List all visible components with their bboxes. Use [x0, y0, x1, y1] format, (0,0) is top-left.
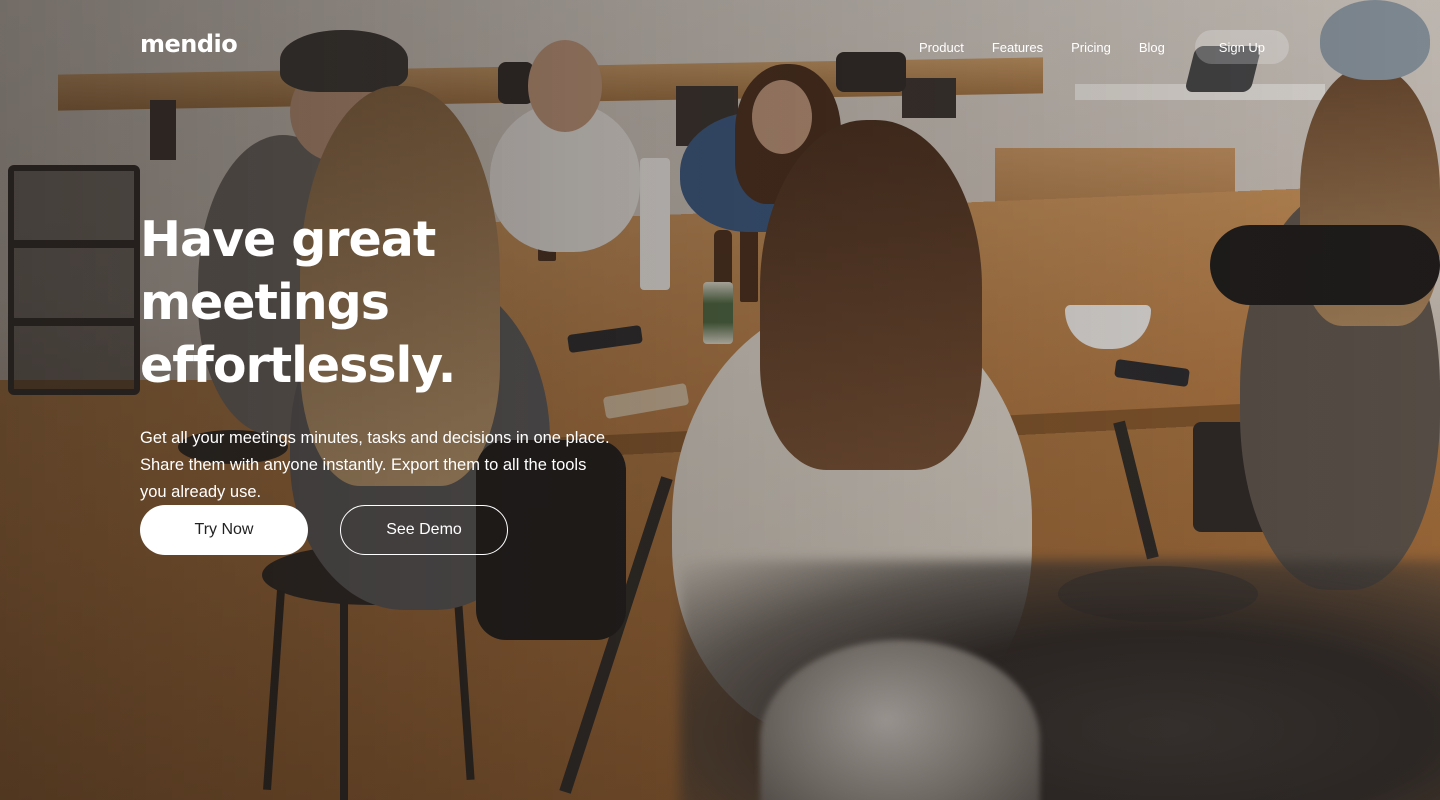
top-navigation: mendio Product Features Pricing Blog Sig… [0, 0, 1440, 94]
nav-links: Product Features Pricing Blog Sign Up [905, 30, 1289, 64]
hero-headline: Have great meetings effortlessly. [140, 208, 700, 397]
hero-content: Have great meetings effortlessly. Get al… [140, 208, 700, 506]
nav-link-blog[interactable]: Blog [1139, 40, 1165, 55]
try-now-button[interactable]: Try Now [140, 505, 308, 555]
brand-logo[interactable]: mendio [140, 30, 238, 58]
hero-section: mendio Product Features Pricing Blog Sig… [0, 0, 1440, 800]
hero-headline-line-1: Have great meetings [140, 211, 436, 331]
nav-link-product[interactable]: Product [919, 40, 964, 55]
nav-link-pricing[interactable]: Pricing [1071, 40, 1111, 55]
see-demo-button[interactable]: See Demo [340, 505, 508, 555]
sign-up-button[interactable]: Sign Up [1194, 30, 1289, 64]
hero-subtext: Get all your meetings minutes, tasks and… [140, 429, 610, 501]
hero-cta-group: Try Now See Demo [140, 505, 508, 555]
nav-link-features[interactable]: Features [992, 40, 1043, 55]
hero-headline-line-2: effortlessly. [140, 337, 456, 394]
